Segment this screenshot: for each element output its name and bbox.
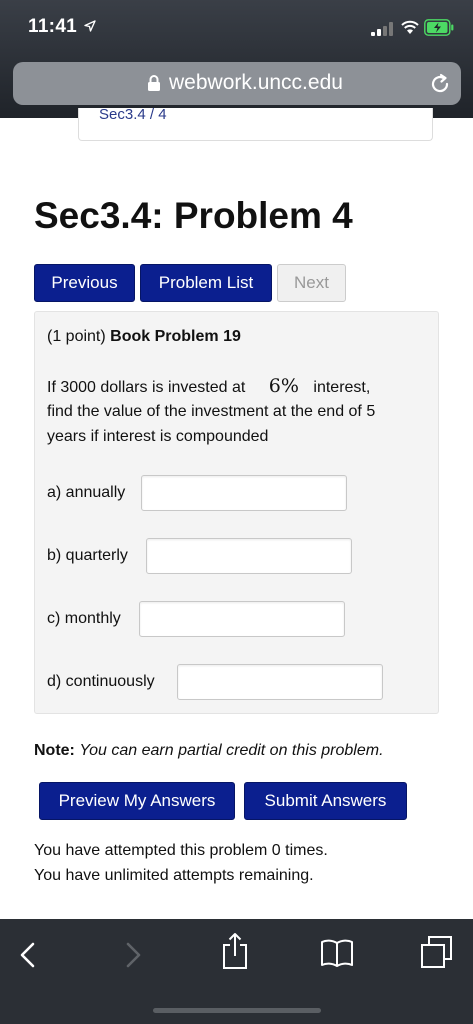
attempts-count: You have attempted this problem 0 times. bbox=[34, 842, 328, 859]
address-bar[interactable]: webwork.uncc.edu bbox=[13, 62, 461, 105]
part-b-label: b) quarterly bbox=[47, 547, 128, 564]
interest-rate: 6% bbox=[268, 375, 299, 397]
problem-heading: Book Problem 19 bbox=[110, 328, 241, 345]
part-c-label: c) monthly bbox=[47, 610, 121, 627]
signal-icon bbox=[371, 22, 393, 36]
continuously-answer-input[interactable] bbox=[177, 664, 383, 700]
wifi-icon bbox=[401, 20, 419, 34]
problem-text-line2: find the value of the investment at the … bbox=[47, 403, 376, 420]
monthly-answer-input[interactable] bbox=[139, 601, 345, 637]
preview-answers-button[interactable]: Preview My Answers bbox=[39, 782, 235, 820]
reload-icon[interactable] bbox=[428, 72, 452, 96]
scrolled-card-text: Sec3.4 / 4 bbox=[99, 106, 167, 123]
share-icon[interactable] bbox=[221, 932, 249, 970]
problem-text-line3: years if interest is compounded bbox=[47, 428, 269, 445]
quarterly-answer-input[interactable] bbox=[146, 538, 352, 574]
battery-icon bbox=[424, 19, 454, 36]
home-indicator[interactable] bbox=[153, 1008, 321, 1013]
scrolled-card: Sec3.4 / 4 bbox=[78, 106, 433, 141]
problem-text-line1: If 3000 dollars is invested at 6% intere… bbox=[47, 375, 370, 397]
problem-list-button[interactable]: Problem List bbox=[140, 264, 272, 302]
annually-answer-input[interactable] bbox=[141, 475, 347, 511]
status-bar: 11:41 bbox=[0, 0, 473, 55]
location-arrow-icon bbox=[84, 20, 96, 32]
problem-text-part: interest, bbox=[313, 379, 371, 396]
submit-answers-button[interactable]: Submit Answers bbox=[244, 782, 407, 820]
partial-credit-note: Note: You can earn partial credit on thi… bbox=[34, 742, 384, 760]
part-a-label: a) annually bbox=[47, 484, 126, 501]
url-text: webwork.uncc.edu bbox=[169, 71, 343, 94]
attempts-remaining: You have unlimited attempts remaining. bbox=[34, 867, 314, 884]
problem-box: (1 point) Book Problem 19 If 3000 dollar… bbox=[34, 311, 439, 714]
problem-text-part: If 3000 dollars is invested at bbox=[47, 379, 246, 396]
problem-points: (1 point) bbox=[47, 328, 106, 345]
previous-button[interactable]: Previous bbox=[34, 264, 135, 302]
tabs-icon[interactable] bbox=[420, 935, 454, 969]
note-label: Note: bbox=[34, 742, 75, 759]
lock-icon bbox=[148, 75, 160, 91]
page-title: Sec3.4: Problem 4 bbox=[34, 195, 353, 236]
status-time: 11:41 bbox=[28, 16, 78, 37]
browser-top-bar: 11:41 webwork.uncc.edu bbox=[0, 0, 473, 118]
forward-icon[interactable] bbox=[123, 941, 143, 969]
part-d-label: d) continuously bbox=[47, 673, 155, 690]
bookmarks-icon[interactable] bbox=[320, 938, 354, 968]
back-icon[interactable] bbox=[18, 941, 38, 969]
note-text: You can earn partial credit on this prob… bbox=[79, 742, 384, 759]
next-button[interactable]: Next bbox=[277, 264, 346, 302]
problem-header: (1 point) Book Problem 19 bbox=[47, 328, 241, 346]
